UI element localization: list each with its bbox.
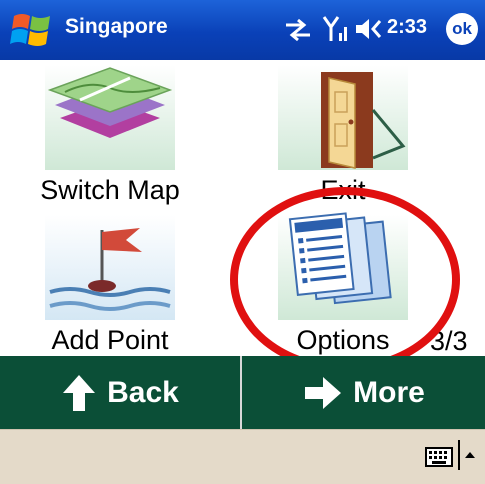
- back-label: Back: [107, 375, 179, 409]
- add-point-tile[interactable]: Add Point: [10, 210, 210, 355]
- signal-strength-icon[interactable]: [322, 14, 350, 44]
- options-label: Options: [296, 325, 390, 355]
- input-selector-arrow-icon[interactable]: [458, 440, 478, 470]
- keyboard-icon[interactable]: [425, 444, 453, 470]
- documents-icon: [278, 212, 408, 320]
- navigation-bar: Back More: [0, 356, 485, 429]
- back-button[interactable]: Back: [0, 356, 242, 429]
- connectivity-icon[interactable]: [284, 18, 312, 42]
- more-label: More: [353, 375, 425, 409]
- volume-icon[interactable]: [354, 16, 384, 42]
- input-panel-bar: [0, 429, 485, 484]
- arrow-up-icon: [63, 374, 96, 411]
- menu-grid: Switch Map Exit Add Point Options 3/3: [0, 60, 485, 356]
- ok-button[interactable]: ok: [446, 13, 478, 45]
- flag-icon: [45, 215, 175, 320]
- exit-tile[interactable]: Exit: [243, 60, 443, 205]
- door-icon: [278, 65, 408, 170]
- windows-start-icon[interactable]: [10, 10, 54, 50]
- more-button[interactable]: More: [243, 356, 485, 429]
- switch-map-tile[interactable]: Switch Map: [10, 60, 210, 205]
- add-point-label: Add Point: [51, 325, 169, 355]
- app-title: Singapore: [65, 15, 168, 38]
- title-bar: Singapore 2:33 ok: [0, 0, 485, 60]
- arrow-right-icon: [305, 376, 342, 409]
- switch-map-label: Switch Map: [40, 175, 180, 205]
- clock[interactable]: 2:33: [387, 16, 427, 39]
- page-indicator: 3/3: [430, 326, 468, 356]
- options-tile[interactable]: Options: [243, 210, 443, 355]
- map-icon: [45, 65, 175, 170]
- exit-label: Exit: [320, 175, 366, 205]
